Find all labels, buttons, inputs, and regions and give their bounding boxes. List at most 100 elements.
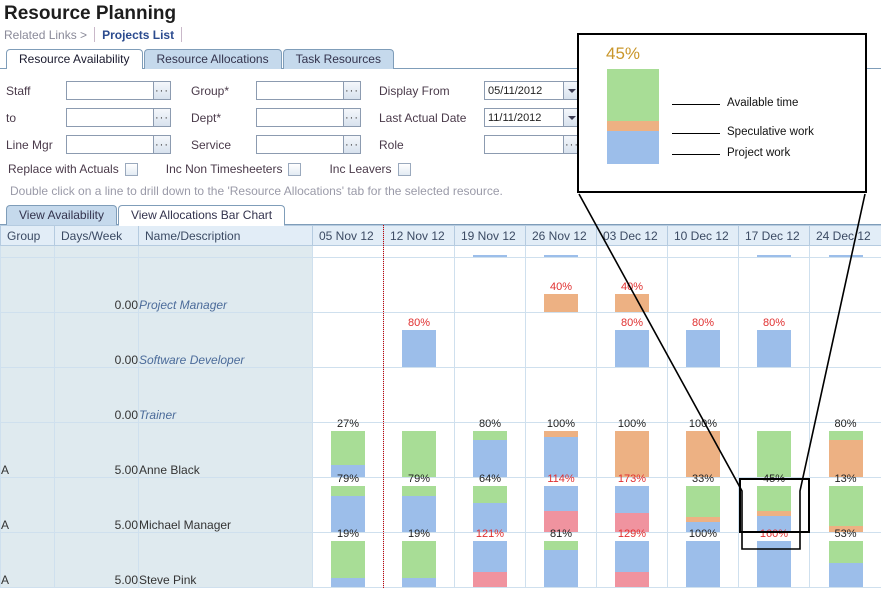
col-header-date-3[interactable]: 26 Nov 12 xyxy=(525,225,597,246)
role-input[interactable] xyxy=(485,136,563,153)
tab-resource-allocations[interactable]: Resource Allocations xyxy=(143,49,282,69)
cell-allocation[interactable]: 80% xyxy=(809,418,881,478)
cell-allocation[interactable] xyxy=(667,245,739,258)
table-row[interactable] xyxy=(0,245,881,258)
cell-allocation[interactable]: 80% xyxy=(738,312,810,368)
cell-allocation[interactable]: 129% xyxy=(596,528,668,588)
cell-allocation[interactable]: 79% xyxy=(383,473,455,533)
cell-allocation[interactable]: 19% xyxy=(312,528,384,588)
col-header-days-week[interactable]: Days/Week xyxy=(54,225,139,246)
cell-allocation[interactable] xyxy=(383,367,455,423)
staff-ellipsis-button[interactable]: ··· xyxy=(153,82,170,99)
staff-input[interactable] xyxy=(67,82,153,99)
cell-allocation[interactable]: 40% xyxy=(596,257,668,313)
display-from-field[interactable] xyxy=(484,81,581,100)
replace-with-actuals-item[interactable]: Replace with Actuals xyxy=(8,162,138,176)
cell-allocation[interactable]: 100% xyxy=(596,418,668,478)
cell-allocation[interactable]: 173% xyxy=(596,473,668,533)
col-header-date-2[interactable]: 19 Nov 12 xyxy=(454,225,526,246)
cell-allocation[interactable] xyxy=(383,257,455,313)
display-from-input[interactable] xyxy=(485,82,563,99)
cell-allocation[interactable] xyxy=(454,257,526,313)
inc-non-timesheeters-item[interactable]: Inc Non Timesheeters xyxy=(166,162,302,176)
cell-allocation[interactable] xyxy=(454,245,526,258)
cell-allocation[interactable]: 45% xyxy=(738,473,810,533)
cell-allocation[interactable] xyxy=(525,245,597,258)
cell-allocation[interactable] xyxy=(312,245,384,258)
to-field[interactable]: ··· xyxy=(66,108,171,127)
staff-field[interactable]: ··· xyxy=(66,81,171,100)
cell-allocation[interactable]: 64% xyxy=(454,473,526,533)
line-mgr-field[interactable]: ··· xyxy=(66,135,171,154)
cell-allocation[interactable] xyxy=(312,257,384,313)
cell-allocation[interactable] xyxy=(383,245,455,258)
cell-allocation[interactable]: 53% xyxy=(809,528,881,588)
cell-allocation[interactable]: 19% xyxy=(383,528,455,588)
subtab-view-availability[interactable]: View Availability xyxy=(6,205,117,225)
cell-allocation[interactable] xyxy=(525,367,597,423)
cell-allocation[interactable]: 80% xyxy=(667,312,739,368)
service-field[interactable]: ··· xyxy=(256,135,361,154)
cell-allocation[interactable]: 100% xyxy=(525,418,597,478)
cell-allocation[interactable] xyxy=(312,367,384,423)
cell-allocation[interactable]: 81% xyxy=(525,528,597,588)
subtab-view-allocations-bar-chart[interactable]: View Allocations Bar Chart xyxy=(117,205,286,226)
col-header-date-6[interactable]: 17 Dec 12 xyxy=(738,225,810,246)
projects-list-link[interactable]: Projects List xyxy=(102,28,174,42)
cell-allocation[interactable] xyxy=(809,367,881,423)
to-input[interactable] xyxy=(67,109,153,126)
cell-allocation[interactable] xyxy=(738,245,810,258)
cell-allocation[interactable] xyxy=(525,312,597,368)
to-ellipsis-button[interactable]: ··· xyxy=(153,109,170,126)
cell-allocation[interactable] xyxy=(596,367,668,423)
col-header-date-0[interactable]: 05 Nov 12 xyxy=(312,225,384,246)
table-row[interactable]: A 5.00 Anne Black 27% 80% 100% 100% 100% 80% xyxy=(0,418,881,478)
col-header-date-5[interactable]: 10 Dec 12 xyxy=(667,225,739,246)
group-input[interactable] xyxy=(257,82,343,99)
role-field[interactable]: ··· xyxy=(484,135,581,154)
group-ellipsis-button[interactable]: ··· xyxy=(343,82,360,99)
cell-allocation[interactable] xyxy=(383,422,455,478)
cell-allocation[interactable]: 121% xyxy=(454,528,526,588)
cell-allocation[interactable]: 80% xyxy=(383,312,455,368)
table-row[interactable]: A 5.00 Michael Manager 79% 79% 64% 114% 173% 33%… xyxy=(0,473,881,533)
cell-allocation[interactable]: 100% xyxy=(667,528,739,588)
inc-leavers-checkbox[interactable] xyxy=(397,162,411,176)
cell-allocation[interactable] xyxy=(809,245,881,258)
col-header-date-4[interactable]: 03 Dec 12 xyxy=(596,225,668,246)
line-mgr-input[interactable] xyxy=(67,136,153,153)
cell-allocation[interactable]: 79% xyxy=(312,473,384,533)
cell-allocation[interactable]: 80% xyxy=(596,312,668,368)
dept-ellipsis-button[interactable]: ··· xyxy=(343,109,360,126)
cell-allocation[interactable]: 100% xyxy=(667,418,739,478)
inc-non-timesheeters-checkbox[interactable] xyxy=(288,162,302,176)
dept-field[interactable]: ··· xyxy=(256,108,361,127)
replace-with-actuals-checkbox[interactable] xyxy=(124,162,138,176)
last-actual-date-input[interactable] xyxy=(485,109,563,126)
col-header-name-description[interactable]: Name/Description xyxy=(138,225,313,246)
service-ellipsis-button[interactable]: ··· xyxy=(343,136,360,153)
line-mgr-ellipsis-button[interactable]: ··· xyxy=(153,136,170,153)
cell-allocation[interactable] xyxy=(667,367,739,423)
col-header-group[interactable]: Group xyxy=(0,225,55,246)
service-input[interactable] xyxy=(257,136,343,153)
cell-allocation[interactable]: 114% xyxy=(525,473,597,533)
tab-task-resources[interactable]: Task Resources xyxy=(282,49,394,69)
cell-allocation[interactable]: 80% xyxy=(454,418,526,478)
cell-allocation[interactable] xyxy=(312,312,384,368)
table-row[interactable]: 0.00 Trainer xyxy=(0,367,881,423)
cell-allocation[interactable] xyxy=(596,245,668,258)
inc-leavers-item[interactable]: Inc Leavers xyxy=(329,162,411,176)
col-header-date-1[interactable]: 12 Nov 12 xyxy=(383,225,455,246)
col-header-date-7[interactable]: 24 Dec 12 xyxy=(809,225,881,246)
last-actual-date-field[interactable] xyxy=(484,108,581,127)
tab-resource-availability[interactable]: Resource Availability xyxy=(6,49,143,70)
cell-allocation[interactable] xyxy=(738,367,810,423)
cell-allocation[interactable] xyxy=(454,312,526,368)
cell-allocation[interactable] xyxy=(738,422,810,478)
cell-allocation[interactable]: 27% xyxy=(312,418,384,478)
cell-allocation[interactable] xyxy=(454,367,526,423)
table-row[interactable]: 0.00 Software Developer 80% 80% 80% 80% xyxy=(0,312,881,368)
table-row[interactable]: A 5.00 Steve Pink 19% 19% 121% 81% 129% 100% 160%… xyxy=(0,528,881,588)
cell-allocation[interactable]: 33% xyxy=(667,473,739,533)
